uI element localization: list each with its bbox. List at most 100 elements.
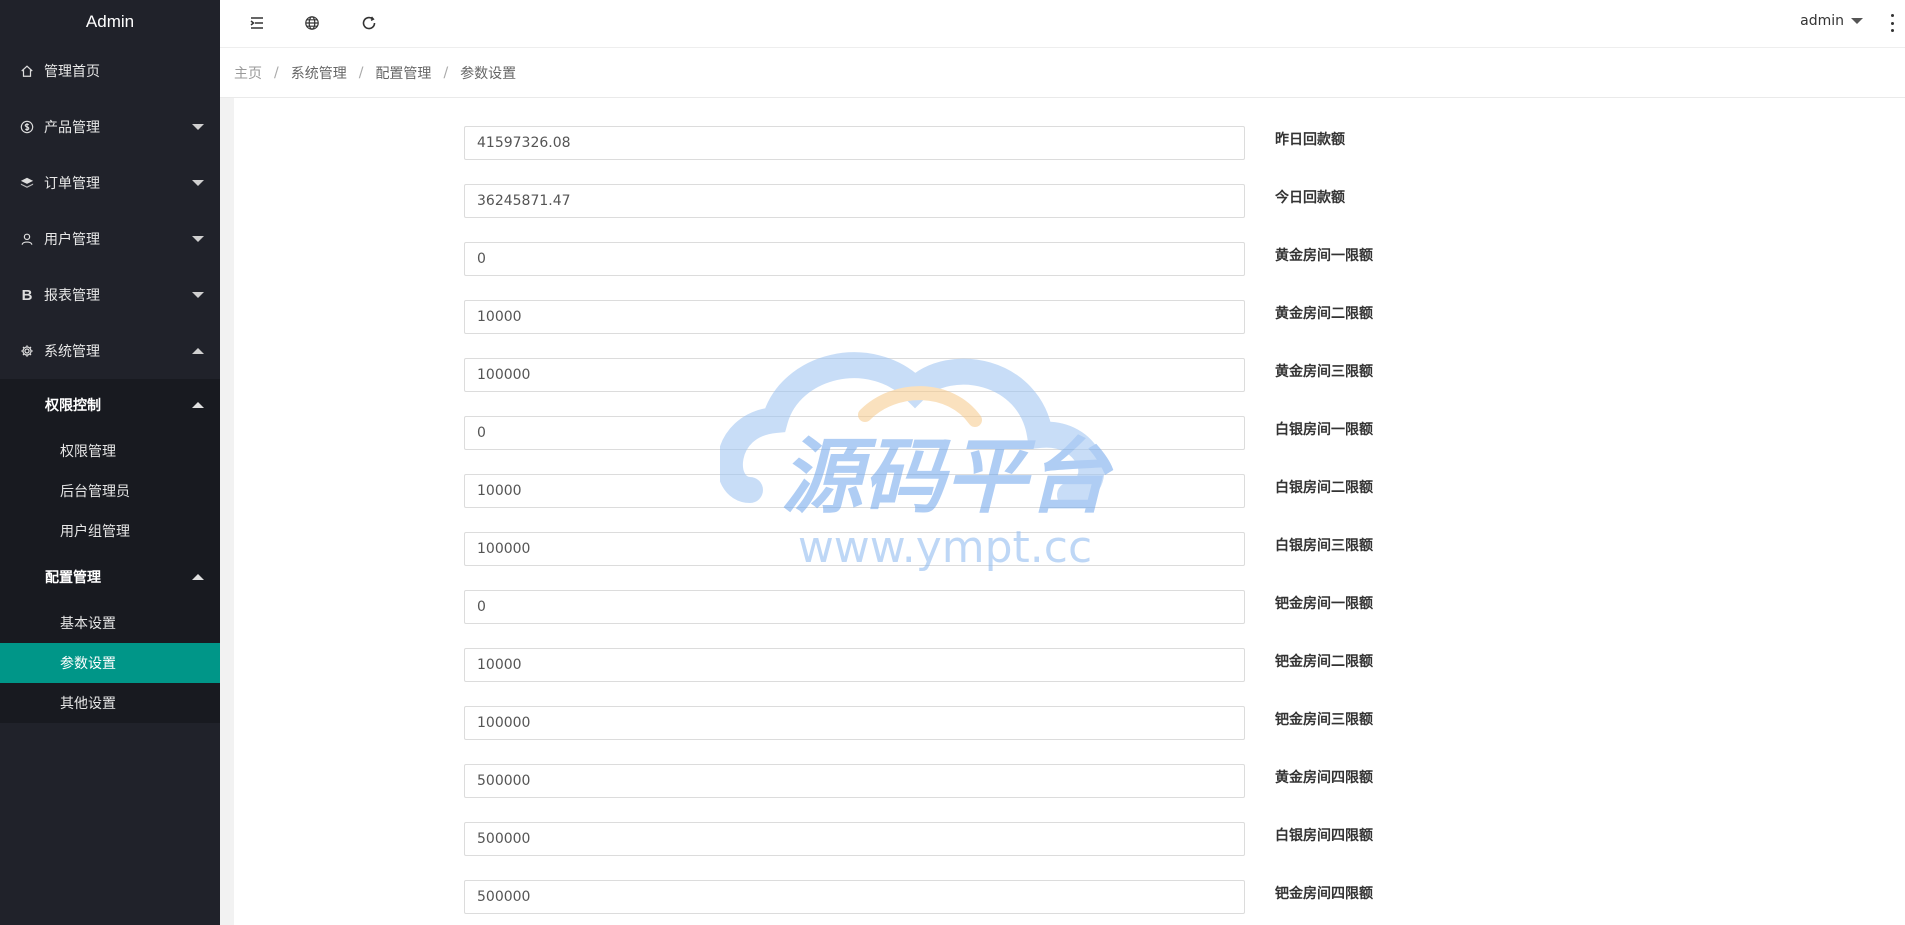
chevron-down-icon bbox=[192, 180, 204, 186]
form-tip: 今日回款额 bbox=[1275, 190, 1345, 206]
form-tip: 钯金房间二限额 bbox=[1275, 654, 1373, 670]
dot-icon bbox=[1890, 14, 1894, 17]
chevron-up-icon bbox=[192, 402, 204, 408]
form-row: 白银房间四限额:白银房间四限额 bbox=[234, 794, 1905, 856]
form-tip: 钯金房间一限额 bbox=[1275, 596, 1373, 612]
form-input[interactable] bbox=[464, 300, 1245, 334]
top-header: admin bbox=[220, 0, 1905, 48]
sidebar-item-label: 系统管理 bbox=[44, 344, 100, 360]
app-logo: Admin bbox=[85, 12, 135, 31]
sidebar-item-label: 订单管理 bbox=[44, 176, 100, 192]
form-input[interactable] bbox=[464, 822, 1245, 856]
sidebar-item-reports[interactable]: B 报表管理 bbox=[0, 267, 220, 323]
sidebar-item-users[interactable]: 用户管理 bbox=[0, 211, 220, 267]
sidebar-item-system[interactable]: 系统管理 bbox=[0, 323, 220, 379]
chevron-down-icon bbox=[192, 292, 204, 298]
layers-icon bbox=[20, 176, 34, 190]
form-row: 白银房间一限额:白银房间一限额 bbox=[234, 388, 1905, 450]
system-submenu: 权限控制 权限管理 后台管理员 用户组管理 配置管理 基本设置 参数设置 其他设… bbox=[0, 379, 220, 723]
breadcrumb-current: 参数设置 bbox=[460, 65, 517, 82]
form-row: 昨日回款额:昨日回款额 bbox=[234, 98, 1905, 160]
sidebar-subitem-param-settings[interactable]: 参数设置 bbox=[0, 643, 220, 683]
collapse-menu-button[interactable] bbox=[246, 12, 268, 34]
sidebar-subitem-basic-settings[interactable]: 基本设置 bbox=[0, 603, 220, 643]
param-settings-form: 昨日回款额:昨日回款额今日回款额:今日回款额黄金房间一限额:黄金房间一限额黄金房… bbox=[234, 98, 1905, 925]
breadcrumb-config[interactable]: 配置管理 bbox=[375, 63, 431, 83]
form-tip: 白银房间一限额 bbox=[1275, 422, 1373, 438]
username: admin bbox=[1800, 13, 1844, 29]
website-button[interactable] bbox=[301, 12, 323, 34]
form-tip: 白银房间三限额 bbox=[1275, 538, 1373, 554]
dot-icon bbox=[1890, 29, 1894, 32]
sidebar-item-label: 管理首页 bbox=[44, 64, 100, 80]
gear-icon bbox=[20, 344, 34, 358]
sidebar-item-label: 用户管理 bbox=[44, 232, 100, 248]
form-input[interactable] bbox=[464, 532, 1245, 566]
sidebar-subitem-other-settings[interactable]: 其他设置 bbox=[0, 683, 220, 723]
form-tip: 白银房间四限额 bbox=[1275, 828, 1373, 844]
home-icon bbox=[20, 64, 34, 78]
sidebar-item-label: 产品管理 bbox=[44, 120, 100, 136]
sidebar-item-products[interactable]: 产品管理 bbox=[0, 99, 220, 155]
globe-icon bbox=[305, 16, 319, 30]
form-input[interactable] bbox=[464, 706, 1245, 740]
breadcrumb-system[interactable]: 系统管理 bbox=[291, 63, 347, 83]
form-input[interactable] bbox=[464, 590, 1245, 624]
user-menu[interactable]: admin bbox=[1800, 13, 1863, 29]
more-menu-button[interactable] bbox=[1889, 14, 1895, 32]
form-row: 黄金房间四限额:黄金房间四限额 bbox=[234, 736, 1905, 798]
bold-b-icon: B bbox=[21, 286, 33, 304]
form-row: 黄金房间一限额:黄金房间一限额 bbox=[234, 214, 1905, 276]
sidebar-item-home[interactable]: 管理首页 bbox=[0, 43, 220, 99]
form-input[interactable] bbox=[464, 242, 1245, 276]
chevron-down-icon bbox=[192, 124, 204, 130]
chevron-up-icon bbox=[192, 574, 204, 580]
form-row: 白银房间二限额:白银房间二限额 bbox=[234, 446, 1905, 508]
form-input[interactable] bbox=[464, 764, 1245, 798]
sidebar-subitem-admins[interactable]: 后台管理员 bbox=[0, 471, 220, 511]
chevron-up-icon bbox=[192, 348, 204, 354]
indent-icon bbox=[250, 17, 263, 29]
form-input[interactable] bbox=[464, 184, 1245, 218]
breadcrumb: 主页 / 系统管理 / 配置管理 / 参数设置 bbox=[220, 48, 1905, 98]
refresh-icon bbox=[362, 16, 376, 30]
form-input[interactable] bbox=[464, 126, 1245, 160]
user-icon bbox=[20, 232, 34, 246]
dot-icon bbox=[1890, 21, 1894, 25]
refresh-button[interactable] bbox=[358, 12, 380, 34]
form-input[interactable] bbox=[464, 416, 1245, 450]
sidebar-item-label: 报表管理 bbox=[44, 288, 100, 304]
form-input[interactable] bbox=[464, 648, 1245, 682]
sidebar-item-orders[interactable]: 订单管理 bbox=[0, 155, 220, 211]
chevron-down-icon bbox=[192, 236, 204, 242]
breadcrumb-separator: / bbox=[274, 64, 279, 81]
sidebar: Admin 管理首页 产品管理 订单管理 用户管理 B 报表管理 系统管理 权限… bbox=[0, 0, 220, 925]
form-input[interactable] bbox=[464, 880, 1245, 914]
form-tip: 黄金房间三限额 bbox=[1275, 364, 1373, 380]
form-input[interactable] bbox=[464, 474, 1245, 508]
form-row: 钯金房间二限额:钯金房间二限额 bbox=[234, 620, 1905, 682]
breadcrumb-separator: / bbox=[358, 64, 364, 81]
form-row: 黄金房间二限额:黄金房间二限额 bbox=[234, 272, 1905, 334]
sidebar-subitem-permission-manage[interactable]: 权限管理 bbox=[0, 431, 220, 471]
form-tip: 黄金房间一限额 bbox=[1275, 248, 1373, 264]
form-tip: 昨日回款额 bbox=[1275, 132, 1345, 148]
form-tip: 钯金房间四限额 bbox=[1275, 886, 1373, 902]
form-row: 钯金房间三限额:钯金房间三限额 bbox=[234, 678, 1905, 740]
sidebar-group-config[interactable]: 配置管理 bbox=[0, 551, 220, 603]
dollar-icon bbox=[20, 120, 34, 134]
sidebar-subitem-user-groups[interactable]: 用户组管理 bbox=[0, 511, 220, 551]
form-row: 白银房间三限额:白银房间三限额 bbox=[234, 504, 1905, 566]
chevron-down-icon bbox=[1851, 18, 1863, 24]
breadcrumb-home[interactable]: 主页 bbox=[234, 63, 262, 83]
form-tip: 白银房间二限额 bbox=[1275, 480, 1373, 496]
form-row: 钯金房间四限额:钯金房间四限额 bbox=[234, 852, 1905, 914]
form-row: 黄金房间三限额:黄金房间三限额 bbox=[234, 330, 1905, 392]
form-row: 钯金房间一限额:钯金房间一限额 bbox=[234, 562, 1905, 624]
form-tip: 黄金房间二限额 bbox=[1275, 306, 1373, 322]
sidebar-group-permissions[interactable]: 权限控制 bbox=[0, 379, 220, 431]
form-row: 今日回款额:今日回款额 bbox=[234, 156, 1905, 218]
breadcrumb-separator: / bbox=[443, 64, 449, 81]
form-tip: 黄金房间四限额 bbox=[1275, 770, 1373, 786]
form-input[interactable] bbox=[464, 358, 1245, 392]
